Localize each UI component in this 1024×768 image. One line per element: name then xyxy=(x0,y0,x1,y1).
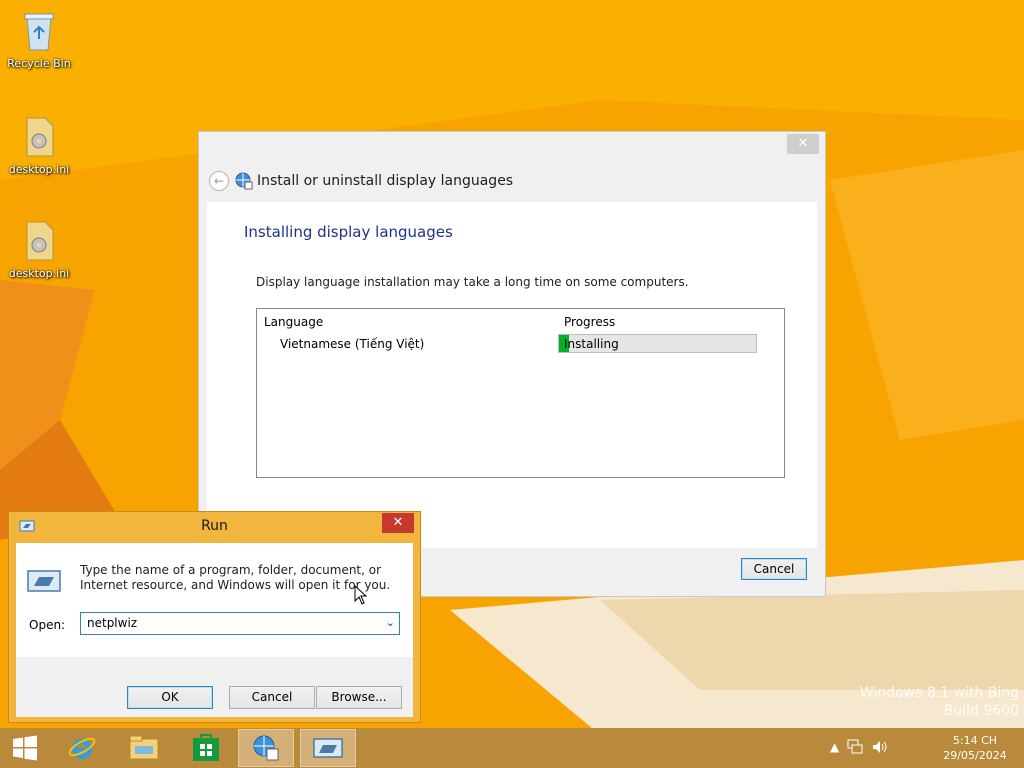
network-icon[interactable] xyxy=(846,739,864,755)
start-icon xyxy=(13,735,37,761)
info-text: Display language installation may take a… xyxy=(256,275,689,289)
language-list: Language Progress Vietnamese (Tiếng Việt… xyxy=(256,308,785,478)
cancel-button[interactable]: Cancel xyxy=(229,686,315,709)
window-content: Installing display languages Display lan… xyxy=(207,202,817,548)
mouse-cursor-icon xyxy=(354,585,368,605)
store-icon xyxy=(193,734,219,761)
system-tray: ▲ xyxy=(830,739,889,755)
language-settings-icon xyxy=(253,735,279,761)
close-button[interactable]: ✕ xyxy=(382,513,414,533)
taskbar-store[interactable] xyxy=(178,729,234,767)
watermark-edition: Windows 8.1 with Bing xyxy=(859,685,1019,701)
cancel-button[interactable]: Cancel xyxy=(741,558,807,580)
open-label: Open: xyxy=(29,618,66,632)
taskbar-language-settings[interactable] xyxy=(238,729,294,767)
run-dialog: Run ✕ Type the name of a program, folder… xyxy=(8,511,421,723)
desktop-icon-desktop-ini-2[interactable]: desktop.ini xyxy=(1,218,77,280)
dialog-description: Type the name of a program, folder, docu… xyxy=(80,563,391,592)
back-arrow-icon[interactable]: ← xyxy=(209,171,229,191)
open-combobox[interactable]: netplwiz ⌄ xyxy=(80,612,400,635)
desktop-icon-label: desktop.ini xyxy=(8,267,70,280)
dialog-body: Type the name of a program, folder, docu… xyxy=(16,543,413,717)
ok-button[interactable]: OK xyxy=(127,686,213,709)
internet-explorer-icon xyxy=(68,737,96,759)
language-globe-icon xyxy=(235,172,253,190)
windows-watermark: Windows 8.1 with Bing Build 9600 xyxy=(860,684,1019,720)
chevron-up-icon[interactable]: ▲ xyxy=(830,740,839,754)
taskbar: ▲ 5:14 CH 29/05/2024 xyxy=(0,728,1024,768)
clock-date: 29/05/2024 xyxy=(943,749,1007,762)
column-header-progress: Progress xyxy=(564,315,616,329)
desktop-icon-label: desktop.ini xyxy=(8,163,70,176)
desktop-icon-desktop-ini-1[interactable]: desktop.ini xyxy=(1,114,77,176)
desktop-icon-recycle-bin[interactable]: Recycle Bin xyxy=(1,8,77,70)
progress-status: Installing xyxy=(564,337,619,351)
settings-file-icon xyxy=(26,117,54,157)
taskbar-internet-explorer[interactable] xyxy=(54,729,110,767)
clock-time: 5:14 CH xyxy=(952,734,998,747)
recycle-bin-icon xyxy=(24,13,54,51)
progress-bar: Installing xyxy=(558,334,757,353)
volume-icon[interactable] xyxy=(871,739,889,755)
browse-button[interactable]: Browse... xyxy=(316,686,402,709)
close-button[interactable]: ✕ xyxy=(787,134,819,154)
column-header-language: Language xyxy=(264,315,324,329)
start-button[interactable] xyxy=(0,729,50,767)
file-explorer-icon xyxy=(129,735,159,760)
chevron-down-icon[interactable]: ⌄ xyxy=(386,616,395,629)
window-title: Install or uninstall display languages xyxy=(257,173,514,189)
settings-file-icon xyxy=(26,221,54,261)
desktop-icon-label: Recycle Bin xyxy=(7,57,71,70)
run-icon xyxy=(27,570,61,592)
watermark-build: Build 9600 xyxy=(943,703,1019,719)
list-item-language: Vietnamese (Tiếng Việt) xyxy=(280,337,425,351)
taskbar-run[interactable] xyxy=(300,729,356,767)
page-heading: Installing display languages xyxy=(244,223,453,241)
taskbar-clock[interactable]: 5:14 CH 29/05/2024 xyxy=(930,733,1020,763)
taskbar-file-explorer[interactable] xyxy=(116,729,172,767)
dialog-title: Run xyxy=(201,518,228,534)
open-input-value[interactable]: netplwiz xyxy=(87,616,137,630)
window-header: ← Install or uninstall display languages xyxy=(209,170,513,192)
run-icon xyxy=(313,738,343,758)
